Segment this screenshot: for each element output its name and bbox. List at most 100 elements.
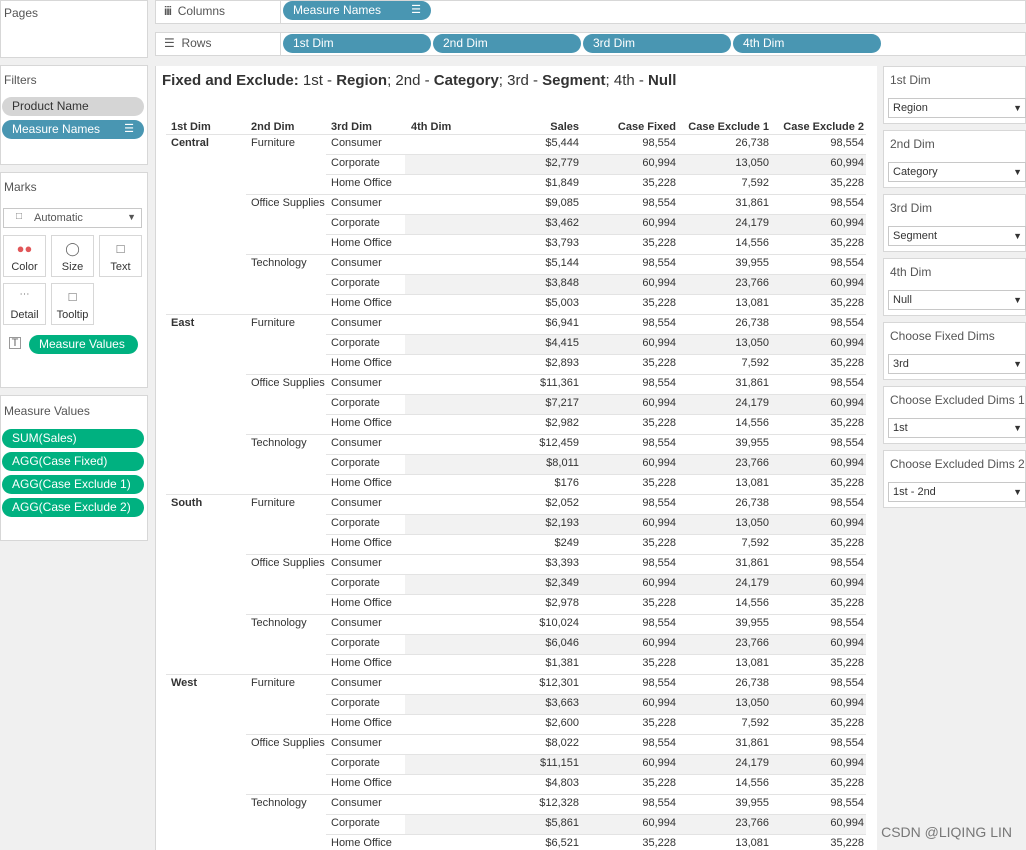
case-exclude-1-cell[interactable]: 13,081	[676, 837, 769, 849]
case-exclude-1-cell[interactable]: 31,861	[676, 737, 769, 749]
category-label[interactable]: Office Supplies	[251, 377, 325, 389]
sales-cell[interactable]: $6,046	[521, 637, 579, 649]
case-exclude-1-cell[interactable]: 24,179	[676, 757, 769, 769]
rows-pill-4th-dim[interactable]: 4th Dim	[733, 34, 881, 53]
case-fixed-cell[interactable]: 35,228	[596, 297, 676, 309]
parameter-dropdown[interactable]: Segment ▼	[888, 226, 1026, 246]
rows-pill-1st-dim[interactable]: 1st Dim	[283, 34, 431, 53]
segment-cell[interactable]: Corporate	[331, 277, 380, 289]
sales-cell[interactable]: $11,151	[521, 757, 579, 769]
case-exclude-1-cell[interactable]: 23,766	[676, 457, 769, 469]
case-exclude-2-cell[interactable]: 60,994	[771, 577, 864, 589]
case-exclude-2-cell[interactable]: 60,994	[771, 157, 864, 169]
case-fixed-cell[interactable]: 60,994	[596, 457, 676, 469]
header-case-fixed[interactable]: Case Fixed	[596, 121, 676, 133]
segment-cell[interactable]: Home Office	[331, 537, 392, 549]
category-label[interactable]: Technology	[251, 617, 307, 629]
case-fixed-cell[interactable]: 60,994	[596, 157, 676, 169]
segment-cell[interactable]: Home Office	[331, 477, 392, 489]
segment-cell[interactable]: Consumer	[331, 257, 382, 269]
case-exclude-2-cell[interactable]: 35,228	[771, 537, 864, 549]
case-exclude-1-cell[interactable]: 31,861	[676, 557, 769, 569]
parameter-dropdown[interactable]: Null ▼	[888, 290, 1026, 310]
segment-cell[interactable]: Corporate	[331, 397, 380, 409]
segment-cell[interactable]: Home Office	[331, 297, 392, 309]
filter-pill-product-name[interactable]: Product Name	[2, 97, 144, 116]
sales-cell[interactable]: $3,393	[521, 557, 579, 569]
region-label[interactable]: East	[171, 317, 194, 329]
case-fixed-cell[interactable]: 98,554	[596, 737, 676, 749]
sales-cell[interactable]: $176	[521, 477, 579, 489]
case-exclude-2-cell[interactable]: 35,228	[771, 657, 864, 669]
case-exclude-1-cell[interactable]: 14,556	[676, 237, 769, 249]
case-exclude-1-cell[interactable]: 13,081	[676, 477, 769, 489]
sales-cell[interactable]: $6,521	[521, 837, 579, 849]
sales-cell[interactable]: $5,861	[521, 817, 579, 829]
case-fixed-cell[interactable]: 60,994	[596, 517, 676, 529]
case-exclude-2-cell[interactable]: 98,554	[771, 437, 864, 449]
segment-cell[interactable]: Home Office	[331, 177, 392, 189]
case-fixed-cell[interactable]: 98,554	[596, 437, 676, 449]
region-label[interactable]: Central	[171, 137, 209, 149]
case-exclude-1-cell[interactable]: 7,592	[676, 537, 769, 549]
parameter-dropdown[interactable]: Region ▼	[888, 98, 1026, 118]
case-exclude-1-cell[interactable]: 14,556	[676, 417, 769, 429]
measure-value-pill[interactable]: SUM(Sales)	[2, 429, 144, 448]
sales-cell[interactable]: $2,600	[521, 717, 579, 729]
rows-pill-2nd-dim[interactable]: 2nd Dim	[433, 34, 581, 53]
region-label[interactable]: South	[171, 497, 202, 509]
case-fixed-cell[interactable]: 35,228	[596, 477, 676, 489]
case-exclude-2-cell[interactable]: 60,994	[771, 817, 864, 829]
case-exclude-2-cell[interactable]: 98,554	[771, 377, 864, 389]
case-fixed-cell[interactable]: 98,554	[596, 197, 676, 209]
sales-cell[interactable]: $9,085	[521, 197, 579, 209]
segment-cell[interactable]: Corporate	[331, 157, 380, 169]
case-fixed-cell[interactable]: 35,228	[596, 177, 676, 189]
case-exclude-1-cell[interactable]: 31,861	[676, 197, 769, 209]
header-sales[interactable]: Sales	[521, 121, 579, 133]
sales-cell[interactable]: $5,144	[521, 257, 579, 269]
case-exclude-2-cell[interactable]: 98,554	[771, 797, 864, 809]
sales-cell[interactable]: $5,444	[521, 137, 579, 149]
category-label[interactable]: Technology	[251, 797, 307, 809]
case-exclude-2-cell[interactable]: 35,228	[771, 477, 864, 489]
sales-cell[interactable]: $2,978	[521, 597, 579, 609]
case-exclude-1-cell[interactable]: 23,766	[676, 637, 769, 649]
case-exclude-1-cell[interactable]: 39,955	[676, 797, 769, 809]
segment-cell[interactable]: Home Office	[331, 417, 392, 429]
case-exclude-2-cell[interactable]: 35,228	[771, 357, 864, 369]
case-fixed-cell[interactable]: 35,228	[596, 657, 676, 669]
case-fixed-cell[interactable]: 98,554	[596, 617, 676, 629]
sales-cell[interactable]: $2,052	[521, 497, 579, 509]
case-exclude-1-cell[interactable]: 24,179	[676, 217, 769, 229]
case-exclude-1-cell[interactable]: 23,766	[676, 817, 769, 829]
sales-cell[interactable]: $7,217	[521, 397, 579, 409]
segment-cell[interactable]: Home Office	[331, 837, 392, 849]
case-exclude-2-cell[interactable]: 60,994	[771, 397, 864, 409]
case-exclude-2-cell[interactable]: 60,994	[771, 517, 864, 529]
case-exclude-1-cell[interactable]: 13,081	[676, 297, 769, 309]
case-exclude-2-cell[interactable]: 60,994	[771, 637, 864, 649]
header-case-exclude-1[interactable]: Case Exclude 1	[676, 121, 769, 133]
case-exclude-2-cell[interactable]: 35,228	[771, 177, 864, 189]
case-fixed-cell[interactable]: 98,554	[596, 497, 676, 509]
sales-cell[interactable]: $10,024	[521, 617, 579, 629]
marks-size-button[interactable]: ◯ Size	[51, 235, 94, 277]
segment-cell[interactable]: Consumer	[331, 557, 382, 569]
case-exclude-2-cell[interactable]: 98,554	[771, 557, 864, 569]
header-4th-dim[interactable]: 4th Dim	[411, 121, 451, 133]
marks-text-button[interactable]: □ Text	[99, 235, 142, 277]
measure-value-pill[interactable]: AGG(Case Exclude 1)	[2, 475, 144, 494]
sales-cell[interactable]: $1,849	[521, 177, 579, 189]
case-fixed-cell[interactable]: 60,994	[596, 397, 676, 409]
segment-cell[interactable]: Consumer	[331, 437, 382, 449]
segment-cell[interactable]: Consumer	[331, 497, 382, 509]
filter-pill-measure-names[interactable]: Measure Names ☰	[2, 120, 144, 139]
case-exclude-1-cell[interactable]: 39,955	[676, 617, 769, 629]
marks-detail-button[interactable]: ⋯ Detail	[3, 283, 46, 325]
case-exclude-2-cell[interactable]: 60,994	[771, 757, 864, 769]
case-exclude-1-cell[interactable]: 14,556	[676, 597, 769, 609]
segment-cell[interactable]: Consumer	[331, 797, 382, 809]
sales-cell[interactable]: $8,022	[521, 737, 579, 749]
parameter-dropdown[interactable]: Category ▼	[888, 162, 1026, 182]
